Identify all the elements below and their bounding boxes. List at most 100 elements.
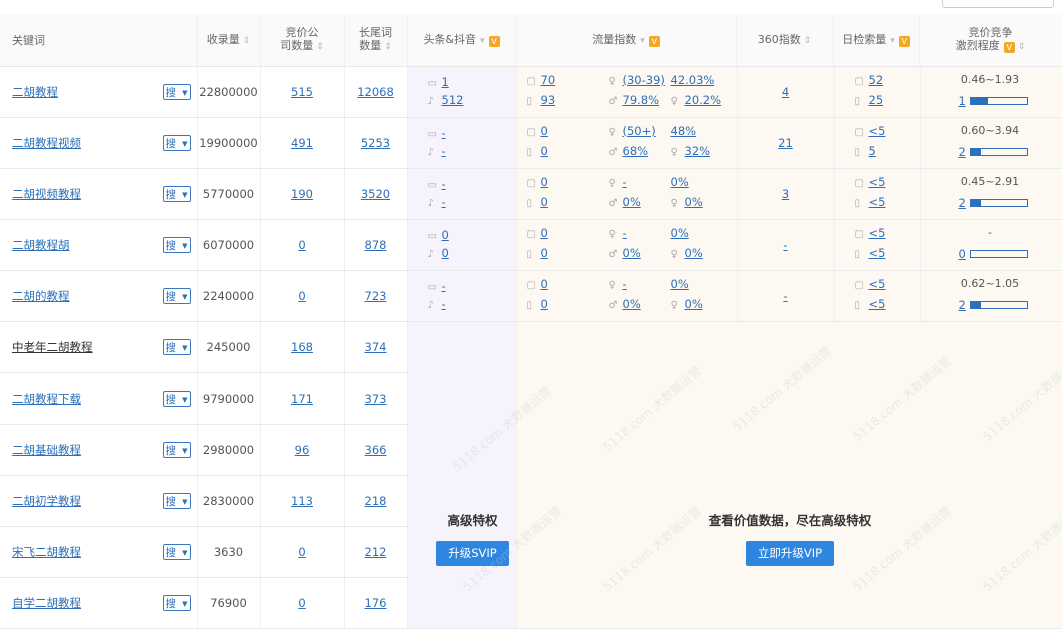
index-360-link[interactable]: 4 [782, 85, 789, 99]
keyword-link[interactable]: 宋飞二胡教程 [12, 545, 81, 559]
index-360-link[interactable]: 3 [782, 187, 789, 201]
age-percent-link[interactable]: 42.03% [671, 73, 715, 87]
mobile-index-link[interactable]: 0 [541, 246, 548, 260]
pc-index-link[interactable]: 0 [541, 226, 548, 240]
bid-companies-link[interactable]: 190 [291, 187, 313, 201]
mobile-index-link[interactable]: 93 [541, 93, 556, 107]
index-360-link[interactable]: 21 [778, 136, 793, 150]
long-tail-link[interactable]: 12068 [357, 85, 394, 99]
long-tail-link[interactable]: 373 [365, 392, 387, 406]
search-engine-select[interactable]: 搜 [162, 288, 191, 305]
search-engine-select[interactable]: 搜 [162, 84, 191, 101]
bid-companies-link[interactable]: 113 [291, 494, 313, 508]
header-360-index[interactable]: 360指数 ⇕ [736, 14, 834, 67]
keyword-link[interactable]: 二胡视频教程 [12, 187, 81, 201]
daily-pc-link[interactable]: <5 [869, 277, 886, 291]
age-link[interactable]: - [623, 175, 627, 189]
female-percent-link[interactable]: 0% [685, 246, 703, 260]
search-engine-select[interactable]: 搜 [162, 492, 191, 510]
competition-level-link[interactable]: 2 [959, 145, 966, 159]
bid-companies-link[interactable]: 0 [298, 289, 305, 303]
competition-level-link[interactable]: 2 [959, 196, 966, 210]
keyword-link[interactable]: 二胡初学教程 [12, 494, 81, 508]
daily-mobile-link[interactable]: <5 [869, 195, 886, 209]
age-percent-link[interactable]: 0% [671, 226, 689, 240]
long-tail-link[interactable]: 878 [365, 238, 387, 252]
search-engine-select[interactable]: 搜 [162, 594, 191, 612]
daily-mobile-link[interactable]: 5 [869, 144, 876, 158]
chevron-down-icon[interactable]: ▾ [640, 36, 645, 46]
bid-companies-link[interactable]: 96 [295, 443, 310, 457]
male-percent-link[interactable]: 79.8% [623, 93, 660, 107]
age-percent-link[interactable]: 48% [671, 124, 697, 138]
index-360-link[interactable]: - [783, 238, 787, 252]
header-long-tail[interactable]: 长尾词 数量 ⇕ [344, 14, 408, 67]
daily-mobile-link[interactable]: 25 [869, 93, 884, 107]
male-percent-link[interactable]: 0% [623, 195, 641, 209]
daily-pc-link[interactable]: <5 [869, 226, 886, 240]
header-competition[interactable]: 竞价竞争 激烈程度 V ⇕ [919, 14, 1062, 67]
chevron-down-icon[interactable]: ▾ [890, 36, 895, 46]
top-control-button[interactable] [942, 0, 1054, 8]
competition-level-link[interactable]: 0 [959, 247, 966, 261]
daily-pc-link[interactable]: <5 [869, 175, 886, 189]
pc-index-link[interactable]: 0 [541, 124, 548, 138]
daily-mobile-link[interactable]: <5 [869, 246, 886, 260]
sort-icon[interactable]: ⇕ [384, 42, 392, 52]
female-percent-link[interactable]: 20.2% [685, 93, 722, 107]
male-percent-link[interactable]: 0% [623, 297, 641, 311]
bid-companies-link[interactable]: 0 [298, 238, 305, 252]
long-tail-link[interactable]: 218 [365, 494, 387, 508]
douyin-link[interactable]: - [442, 195, 446, 209]
search-engine-select[interactable]: 搜 [162, 186, 191, 203]
douyin-link[interactable]: 512 [442, 93, 464, 107]
age-link[interactable]: - [623, 226, 627, 240]
daily-mobile-link[interactable]: <5 [869, 297, 886, 311]
bid-companies-link[interactable]: 0 [298, 596, 305, 610]
long-tail-link[interactable]: 5253 [361, 136, 390, 150]
keyword-link[interactable]: 二胡教程胡 [12, 238, 70, 252]
keyword-link[interactable]: 二胡基础教程 [12, 443, 81, 457]
daily-pc-link[interactable]: <5 [869, 124, 886, 138]
bid-companies-link[interactable]: 0 [298, 545, 305, 559]
male-percent-link[interactable]: 0% [623, 246, 641, 260]
chevron-down-icon[interactable]: ▾ [480, 36, 485, 46]
mobile-index-link[interactable]: 0 [541, 144, 548, 158]
competition-level-link[interactable]: 1 [959, 94, 966, 108]
search-engine-select[interactable]: 搜 [162, 441, 191, 459]
female-percent-link[interactable]: 0% [685, 195, 703, 209]
keyword-link[interactable]: 二胡教程下载 [12, 392, 81, 406]
pc-index-link[interactable]: 70 [541, 73, 556, 87]
long-tail-link[interactable]: 176 [365, 596, 387, 610]
long-tail-link[interactable]: 212 [365, 545, 387, 559]
age-link[interactable]: (50+) [623, 124, 656, 138]
age-link[interactable]: - [623, 277, 627, 291]
bid-companies-link[interactable]: 515 [291, 85, 313, 99]
long-tail-link[interactable]: 366 [365, 443, 387, 457]
douyin-link[interactable]: 0 [442, 246, 449, 260]
search-engine-select[interactable]: 搜 [162, 237, 191, 254]
keyword-link[interactable]: 二胡的教程 [12, 289, 70, 303]
pc-index-link[interactable]: 0 [541, 277, 548, 291]
toutiao-link[interactable]: - [442, 279, 446, 293]
header-toutiao-douyin[interactable]: 头条&抖音 ▾ V [407, 14, 517, 67]
long-tail-link[interactable]: 723 [365, 289, 387, 303]
index-360-link[interactable]: - [783, 289, 787, 303]
competition-level-link[interactable]: 2 [959, 298, 966, 312]
keyword-link[interactable]: 二胡教程 [12, 85, 58, 99]
douyin-link[interactable]: - [442, 297, 446, 311]
sort-icon[interactable]: ⇕ [243, 36, 251, 46]
toutiao-link[interactable]: - [442, 126, 446, 140]
upgrade-vip-button[interactable]: 立即升级VIP [745, 541, 835, 566]
age-percent-link[interactable]: 0% [671, 277, 689, 291]
sort-icon[interactable]: ⇕ [804, 36, 812, 46]
mobile-index-link[interactable]: 0 [541, 297, 548, 311]
header-index-volume[interactable]: 收录量 ⇕ [197, 14, 261, 67]
sort-icon[interactable]: ⇕ [316, 42, 324, 52]
search-engine-select[interactable]: 搜 [162, 135, 191, 152]
long-tail-link[interactable]: 3520 [361, 187, 390, 201]
keyword-link[interactable]: 中老年二胡教程 [12, 340, 93, 354]
douyin-link[interactable]: - [442, 144, 446, 158]
toutiao-link[interactable]: - [442, 177, 446, 191]
toutiao-link[interactable]: 0 [442, 228, 449, 242]
